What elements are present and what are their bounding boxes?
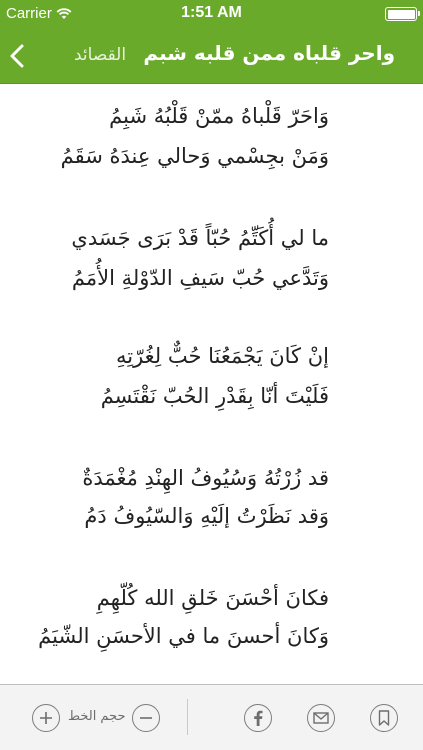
bookmark-icon: [378, 710, 390, 726]
verse-3-first: إنْ كَانَ يَجْمَعُنَا حُبٌّ لِغُرّتِهِ: [115, 344, 329, 368]
minus-icon: [140, 717, 152, 719]
font-size-label: حجم الخط: [68, 709, 126, 724]
verse-5-first: فكانَ أحْسَنَ خَلقِ الله كُلّهِمِ: [96, 586, 329, 610]
verse-3-second: فَلَيْتَ أنّا بِقَدْرِ الحُبّ نَقْتَسِمُ: [100, 384, 329, 408]
back-label[interactable]: القصائد: [74, 45, 126, 65]
toolbar-divider: [187, 699, 188, 735]
decrease-font-button[interactable]: [132, 704, 160, 732]
verse-2-first: ما لي أُكَتِّمُ حُبّاً قَدْ بَرَى جَسَدي: [71, 226, 329, 250]
mail-share-button[interactable]: [307, 704, 335, 732]
battery-icon: [385, 7, 420, 21]
increase-font-button[interactable]: [32, 704, 60, 732]
status-bar: Carrier 1:51 AM: [0, 0, 423, 28]
verse-4-second: وَقد نَظَرْتُ إلَيْهِ وَالسّيُوفُ دَمُ: [84, 504, 329, 528]
verse-1-second: وَمَنْ بجِسْمي وَحالي عِندَهُ سَقَمُ: [60, 144, 329, 168]
bookmark-button[interactable]: [370, 704, 398, 732]
poem-body: وَاحَرّ قَلْباهُ ممّنْ قَلْبُهُ شَبِمُ و…: [0, 84, 423, 684]
verse-4-first: قد زُرْتُهُ وَسُيُوفُ الهِنْدِ مُغْمَدَة…: [82, 466, 329, 490]
back-button[interactable]: [4, 36, 30, 76]
bottom-toolbar: حجم الخط: [0, 684, 423, 750]
navigation-bar: القصائد واحر قلباه ممن قلبه شبم: [0, 28, 423, 84]
status-time: 1:51 AM: [181, 4, 242, 21]
plus-icon: [40, 712, 52, 724]
page-title: واحر قلباه ممن قلبه شبم: [143, 41, 395, 65]
verse-2-second: وَتَدَّعي حُبّ سَيفِ الدّوْلةِ الأُمَمُ: [71, 266, 329, 290]
verse-1-first: وَاحَرّ قَلْباهُ ممّنْ قَلْبُهُ شَبِمُ: [109, 104, 329, 128]
facebook-share-button[interactable]: [244, 704, 272, 732]
back-chevron-icon: [10, 44, 24, 68]
verse-5-second: وَكانَ أحسنَ ما في الأحسَنِ الشّيَمُ: [38, 624, 329, 648]
mail-icon: [313, 712, 329, 724]
facebook-icon: [254, 710, 263, 726]
